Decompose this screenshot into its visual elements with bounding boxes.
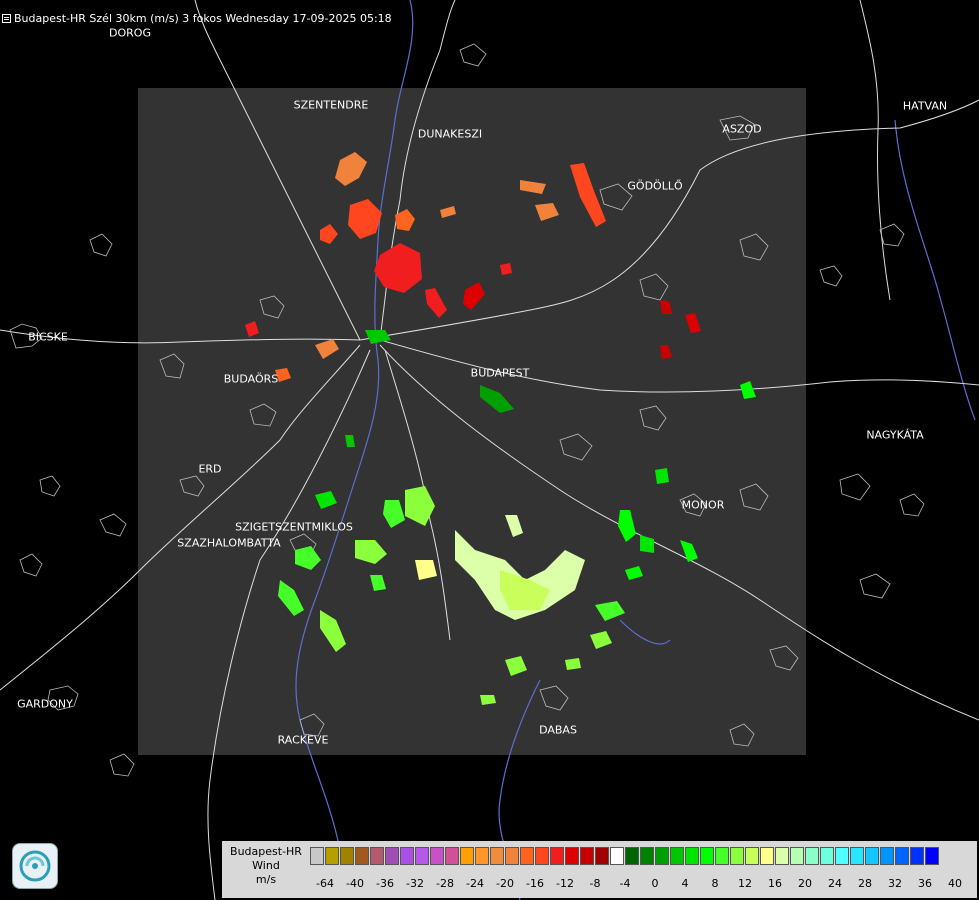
legend-swatch: [895, 847, 909, 865]
city-label: DUNAKESZI: [417, 127, 483, 141]
legend-swatch: [670, 847, 684, 865]
legend-swatch: [370, 847, 384, 865]
legend-swatch: [355, 847, 369, 865]
legend-ticks: -64 -40 -36 -32 -28 -24 -20 -16 -12 -8 -4 0 4 8 12 16 20…: [310, 877, 970, 891]
city-label: NAGYKÁTA: [866, 428, 924, 442]
city-label: ERD: [198, 462, 222, 476]
legend-tick-label: -28: [436, 877, 454, 890]
legend-tick-label: 24: [828, 877, 842, 890]
city-label: BICSKE: [28, 330, 68, 344]
legend-swatch: [775, 847, 789, 865]
legend-swatch: [910, 847, 924, 865]
city-label: BUDAÖRS: [223, 372, 279, 386]
legend-tick-label: -32: [406, 877, 424, 890]
legend-product: Wind: [252, 859, 280, 872]
city-label: BUDAPEST: [470, 366, 530, 380]
legend-tick-label: -20: [496, 877, 514, 890]
map-title: Budapest-HR Szél 30km (m/s) 3 fokos Wedn…: [14, 12, 392, 25]
legend-swatch: [595, 847, 609, 865]
radar-map: [0, 0, 979, 900]
legend-tick-label: 28: [858, 877, 872, 890]
legend-swatch: [340, 847, 354, 865]
legend-swatch: [865, 847, 879, 865]
legend-tick-label: -16: [526, 877, 544, 890]
legend-swatch: [760, 847, 774, 865]
legend-swatch: [415, 847, 429, 865]
legend-tick-label: -36: [376, 877, 394, 890]
legend-swatch: [580, 847, 594, 865]
legend-tick-label: -64: [316, 877, 334, 890]
legend-tick-label: 40: [948, 877, 962, 890]
legend-swatch: [745, 847, 759, 865]
legend-swatch: [400, 847, 414, 865]
legend-tick-label: 20: [798, 877, 812, 890]
legend-swatch: [535, 847, 549, 865]
legend-tick-label: 4: [681, 877, 689, 890]
city-label: GÖDÖLLŐ: [627, 179, 683, 193]
legend-swatch: [430, 847, 444, 865]
title-bar: Budapest-HR Szél 30km (m/s) 3 fokos Wedn…: [2, 12, 392, 25]
legend-tick-label: -12: [556, 877, 574, 890]
legend-swatch: [700, 847, 714, 865]
legend-swatch: [565, 847, 579, 865]
legend-tick-label: 16: [768, 877, 782, 890]
logo: [12, 843, 58, 889]
city-label: SZIGETSZENTMIKLOS: [235, 520, 353, 534]
legend-swatch: [520, 847, 534, 865]
legend-swatch: [715, 847, 729, 865]
wind-legend: Budapest-HR Wind m/s -64 -40 -36 -32 -28 -24-…: [222, 841, 977, 898]
city-label: MONOR: [681, 498, 725, 512]
legend-swatch: [385, 847, 399, 865]
city-label: GARDONY: [17, 697, 73, 711]
legend-swatch: [640, 847, 654, 865]
legend-swatch: [805, 847, 819, 865]
legend-swatch: [835, 847, 849, 865]
city-label: DOROG: [109, 26, 151, 40]
legend-swatch: [550, 847, 564, 865]
city-label: SZAZHALOMBATTA: [177, 536, 281, 550]
legend-swatch: [325, 847, 339, 865]
legend-swatch: [610, 847, 624, 865]
legend-label: Budapest-HR Wind m/s: [224, 845, 308, 887]
legend-tick-label: 32: [888, 877, 902, 890]
city-label: SZENTENDRE: [293, 98, 369, 112]
legend-tick-label: 12: [738, 877, 752, 890]
legend-swatch: [730, 847, 744, 865]
legend-swatch: [655, 847, 669, 865]
legend-swatch: [445, 847, 459, 865]
menu-icon[interactable]: [2, 14, 11, 23]
city-label: RACKEVE: [277, 733, 329, 747]
legend-swatch: [625, 847, 639, 865]
legend-tick-label: -40: [346, 877, 364, 890]
legend-swatch: [685, 847, 699, 865]
legend-swatch: [310, 847, 324, 865]
legend-swatch: [460, 847, 474, 865]
legend-tick-label: -24: [466, 877, 484, 890]
radar-coverage-area: [138, 88, 806, 755]
legend-tick-label: 36: [918, 877, 932, 890]
legend-swatch: [475, 847, 489, 865]
legend-swatch: [820, 847, 834, 865]
legend-tick-label: -8: [589, 877, 601, 890]
legend-color-scale: [310, 847, 940, 865]
legend-unit: m/s: [255, 873, 277, 886]
city-label: ASZOD: [722, 122, 762, 136]
legend-swatch: [880, 847, 894, 865]
legend-swatch: [790, 847, 804, 865]
legend-swatch: [925, 847, 939, 865]
city-label: HATVAN: [902, 99, 948, 113]
legend-swatch: [490, 847, 504, 865]
legend-swatch: [850, 847, 864, 865]
city-label: DABAS: [539, 723, 577, 737]
legend-tick-label: -4: [619, 877, 631, 890]
legend-tick-label: 0: [651, 877, 659, 890]
legend-tick-label: 8: [711, 877, 719, 890]
legend-swatch: [505, 847, 519, 865]
legend-station: Budapest-HR: [230, 845, 302, 858]
